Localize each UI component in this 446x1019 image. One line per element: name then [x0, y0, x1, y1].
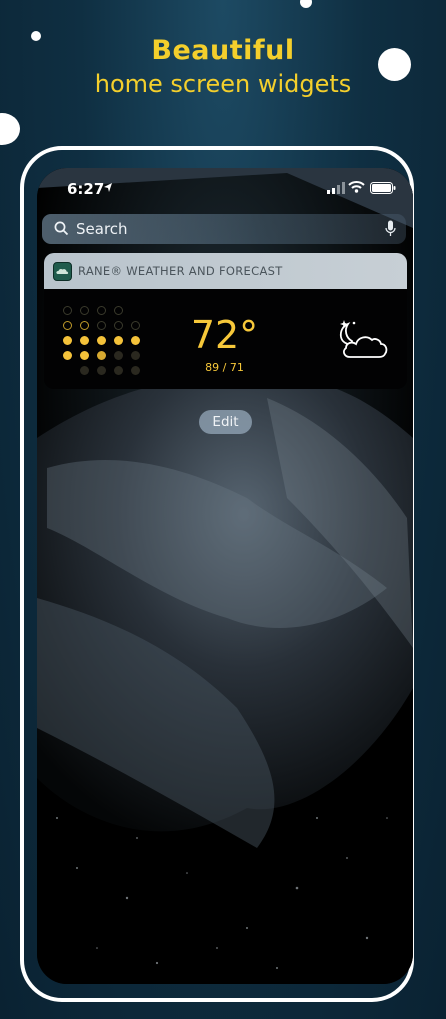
- grid-dot: [131, 321, 140, 330]
- decorative-dot: [300, 0, 312, 8]
- headline: Beautiful home screen widgets: [0, 34, 446, 100]
- grid-dot: [97, 351, 106, 360]
- grid-dot: [63, 336, 72, 345]
- grid-dot: [131, 366, 140, 375]
- edit-button[interactable]: Edit: [199, 410, 252, 434]
- headline-title: Beautiful: [151, 35, 295, 66]
- grid-dot: [97, 336, 106, 345]
- grid-dot: [80, 306, 89, 315]
- microphone-icon[interactable]: [385, 220, 396, 238]
- status-bar: 6:27: [37, 168, 413, 208]
- grid-dot: [80, 336, 89, 345]
- current-temperature: 72°: [190, 313, 259, 357]
- weather-widget[interactable]: RANE® WEATHER AND FORECAST 72° 89 / 71: [44, 253, 407, 389]
- grid-dot: [80, 351, 89, 360]
- location-arrow-icon: [104, 183, 112, 192]
- search-bar[interactable]: Search: [42, 214, 406, 244]
- wifi-icon: [348, 181, 365, 193]
- widget-header: RANE® WEATHER AND FORECAST: [44, 253, 407, 289]
- grid-dot: [131, 351, 140, 360]
- grid-dot: [97, 321, 106, 330]
- grid-dot: [97, 306, 106, 315]
- search-input[interactable]: Search: [76, 220, 128, 238]
- grid-dot: [114, 306, 123, 315]
- high-low-temperature: 89 / 71: [205, 361, 244, 374]
- widget-app-name: RANE® WEATHER AND FORECAST: [78, 264, 283, 278]
- grid-dot: [63, 351, 72, 360]
- decorative-dot: [0, 113, 20, 145]
- grid-dot: [114, 366, 123, 375]
- grid-dot: [63, 321, 72, 330]
- grid-dot: [80, 366, 89, 375]
- grid-dot: [97, 366, 106, 375]
- headline-subtitle: home screen widgets: [94, 70, 352, 98]
- status-time: 6:27: [67, 180, 105, 198]
- search-icon: [54, 221, 69, 236]
- grid-dot: [114, 351, 123, 360]
- phone-screen: 6:27 Search RANE® WEATHER AND FORECAST 7…: [37, 168, 413, 984]
- grid-dot: [114, 321, 123, 330]
- signal-icon: [327, 182, 345, 194]
- partly-cloudy-night-icon: [339, 320, 388, 358]
- grid-dot: [80, 321, 89, 330]
- widget-body: 72° 89 / 71: [44, 289, 407, 389]
- app-icon: [53, 262, 72, 281]
- grid-dot: [63, 306, 72, 315]
- battery-icon: [370, 182, 396, 194]
- grid-dot: [131, 336, 140, 345]
- grid-dot: [114, 336, 123, 345]
